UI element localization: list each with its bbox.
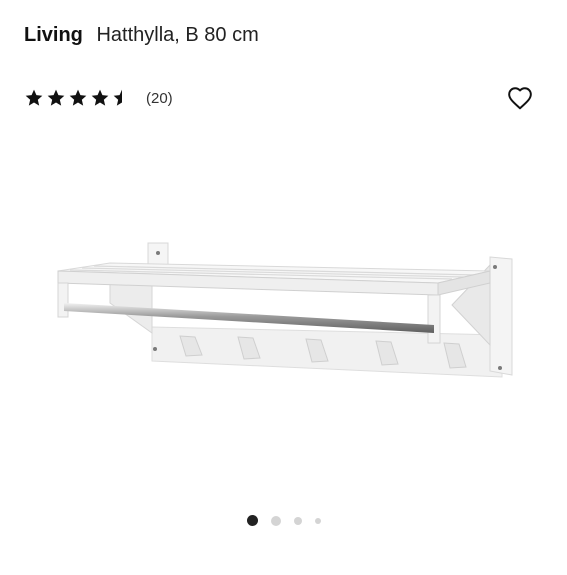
carousel-dot-2[interactable] [270,515,281,526]
carousel-pagination [0,515,567,526]
product-description: Hatthylla, B 80 cm [96,24,259,46]
product-brand: Living [24,24,83,46]
star-full-icon [25,89,43,106]
heart-outline-icon[interactable] [507,86,533,110]
product-title: Living Hatthylla, B 80 cm [24,22,259,48]
star-full-icon [91,89,109,106]
carousel-dot-4[interactable] [314,517,321,524]
review-count[interactable]: (20) [146,90,173,107]
star-half-icon [113,89,122,106]
carousel-dot-3[interactable] [293,516,302,525]
product-image [57,242,513,378]
star-full-icon [47,89,65,106]
star-rating [24,88,132,108]
rating-row[interactable]: (20) [24,88,173,108]
star-full-icon [69,89,87,106]
carousel-dot-1[interactable] [246,515,258,526]
